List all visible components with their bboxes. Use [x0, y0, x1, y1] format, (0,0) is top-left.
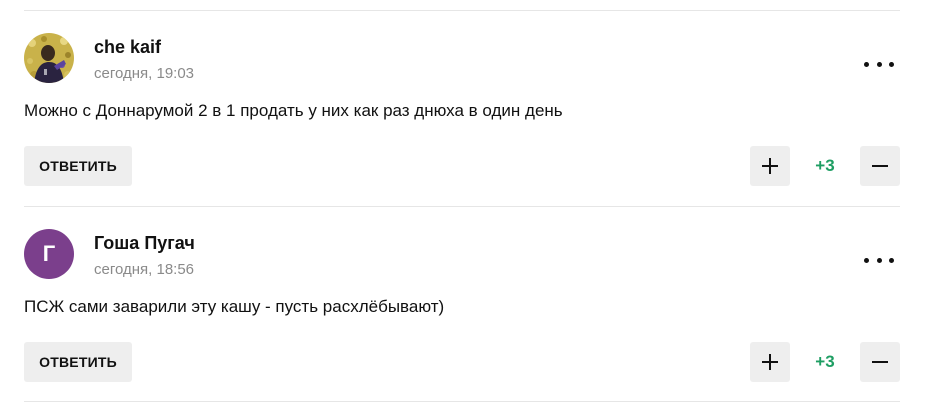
- downvote-button[interactable]: [860, 342, 900, 382]
- reply-button[interactable]: ОТВЕТИТЬ: [24, 146, 132, 186]
- comment-item: che kaif сегодня, 19:03 Можно с Доннарум…: [0, 10, 935, 206]
- comment-author[interactable]: che kaif: [94, 37, 161, 58]
- more-dots-icon[interactable]: [864, 54, 894, 74]
- comment-text: ПСЖ сами заварили эту кашу - пусть расхл…: [24, 297, 445, 316]
- upvote-button[interactable]: [750, 342, 790, 382]
- comment-score: +3: [815, 352, 835, 371]
- minus-icon: [872, 165, 888, 167]
- more-dots-icon[interactable]: [864, 250, 894, 270]
- comments-feed: che kaif сегодня, 19:03 Можно с Доннарум…: [0, 0, 935, 403]
- plus-icon: [762, 158, 778, 174]
- reply-button[interactable]: ОТВЕТИТЬ: [24, 342, 132, 382]
- avatar[interactable]: [24, 33, 74, 83]
- comment-score: +3: [815, 156, 835, 175]
- comment-item: Г Гоша Пугач сегодня, 18:56 ПСЖ сами зав…: [0, 206, 935, 402]
- divider: [24, 401, 900, 402]
- comment-text: Можно с Доннарумой 2 в 1 продать у них к…: [24, 101, 563, 120]
- avatar[interactable]: Г: [24, 229, 74, 279]
- minus-icon: [872, 361, 888, 363]
- comment-author[interactable]: Гоша Пугач: [94, 233, 195, 254]
- avatar-photo-icon: [24, 33, 74, 83]
- comment-timestamp: сегодня, 18:56: [94, 261, 195, 278]
- plus-icon: [762, 354, 778, 370]
- comment-timestamp: сегодня, 19:03: [94, 65, 195, 82]
- upvote-button[interactable]: [750, 146, 790, 186]
- downvote-button[interactable]: [860, 146, 900, 186]
